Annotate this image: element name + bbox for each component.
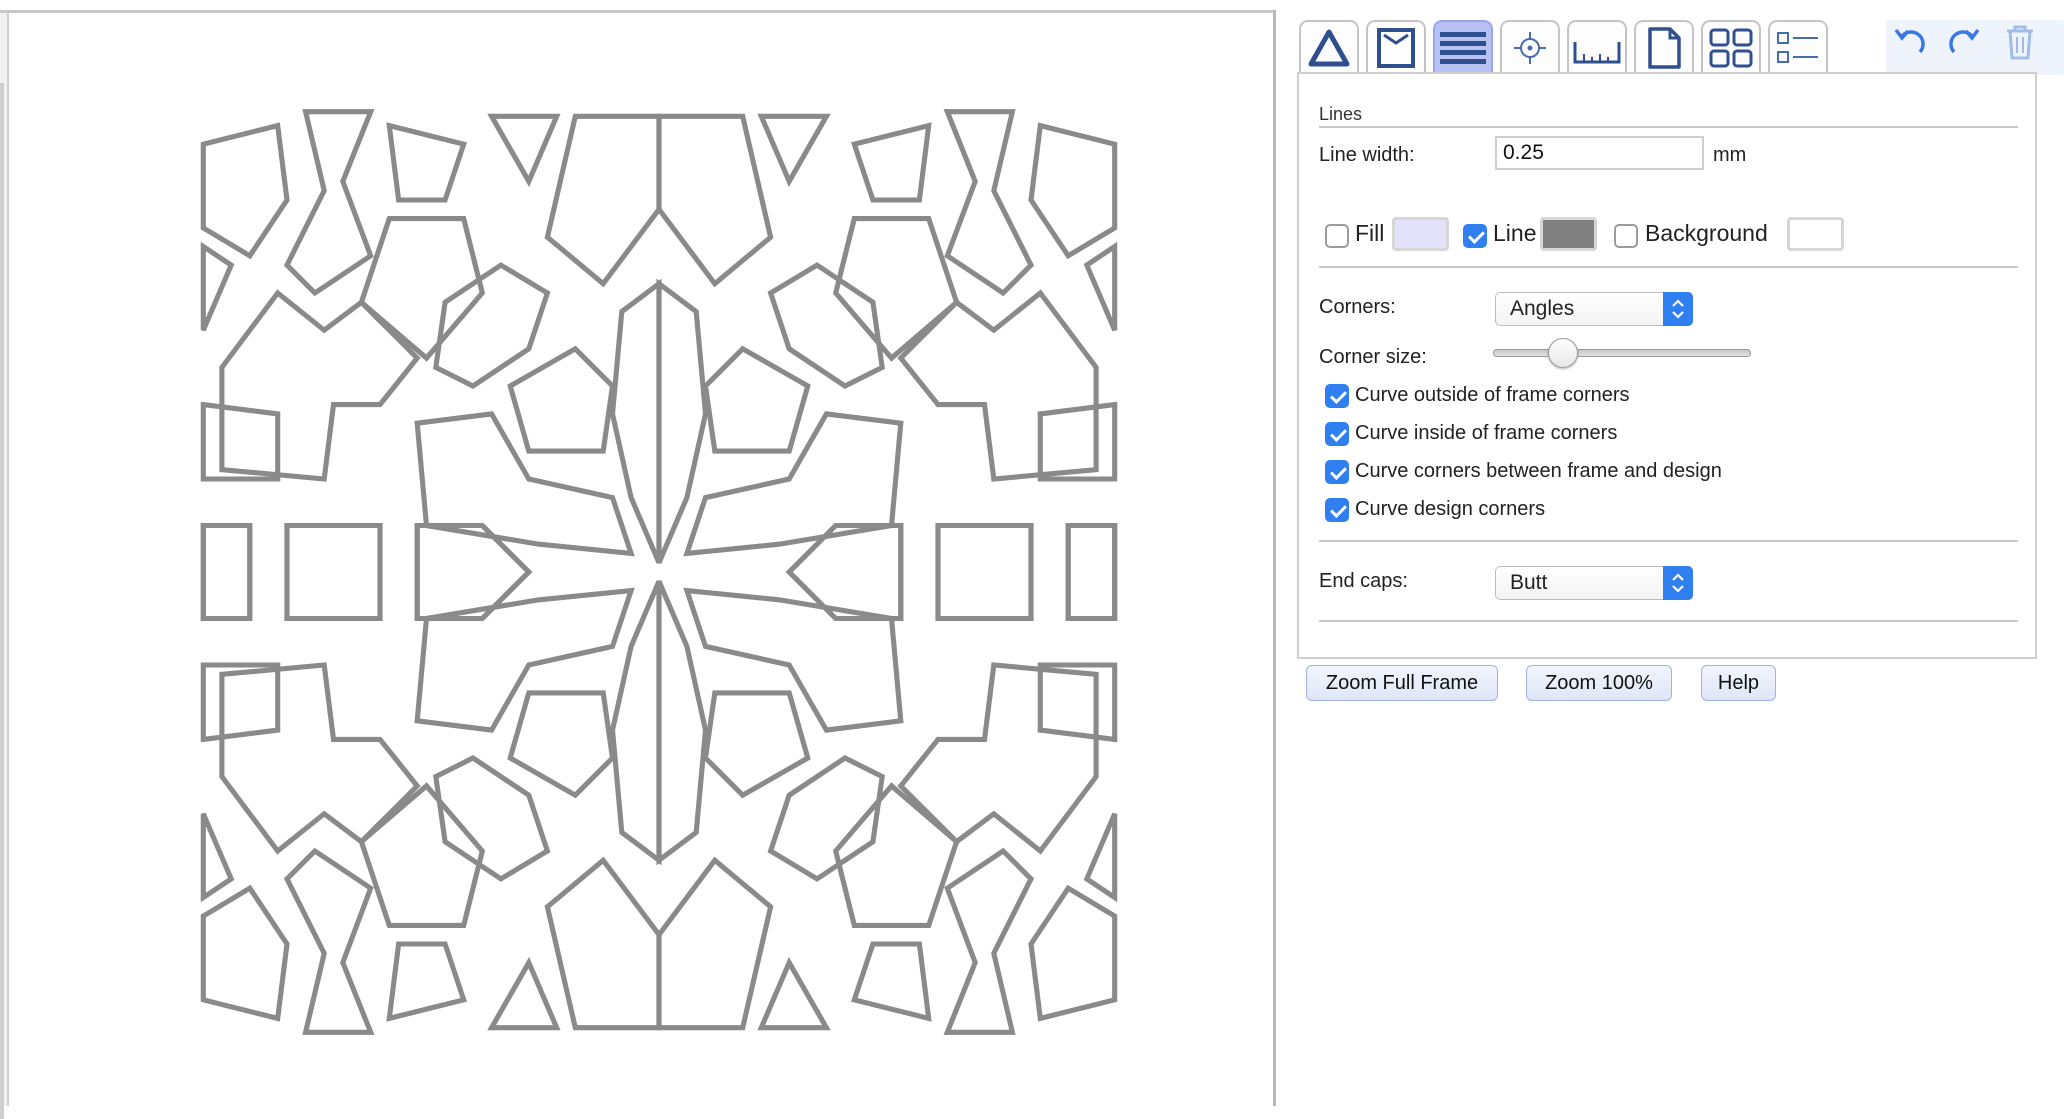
left-edge-panel	[0, 13, 9, 1119]
tab-frame[interactable]	[1366, 20, 1426, 72]
tab-ruler[interactable]	[1567, 20, 1627, 72]
background-color-swatch[interactable]	[1787, 217, 1844, 251]
undo-icon	[1894, 28, 1925, 54]
redo-icon	[1949, 28, 1980, 54]
corners-select[interactable]: Angles	[1495, 292, 1693, 326]
ruler-icon	[1573, 42, 1621, 64]
zoom-100-button[interactable]: Zoom 100%	[1526, 665, 1672, 701]
triangle-icon	[1308, 29, 1350, 67]
undo-button[interactable]	[1890, 22, 1930, 62]
tab-lines[interactable]	[1433, 20, 1493, 72]
line-color-swatch[interactable]	[1540, 217, 1597, 251]
line-width-unit: mm	[1713, 144, 1747, 166]
section-divider	[1319, 620, 2018, 622]
chevron-updown-icon	[1672, 299, 1684, 319]
curve-design-corners-checkbox[interactable]	[1325, 498, 1349, 522]
section-title: Lines	[1319, 104, 1363, 124]
fill-label: Fill	[1355, 220, 1385, 246]
tab-list[interactable]	[1768, 20, 1828, 72]
left-edge-bar	[0, 83, 4, 1119]
line-width-input[interactable]	[1495, 136, 1704, 170]
trash-icon	[2007, 25, 2033, 60]
section-divider	[1319, 540, 2018, 542]
background-label: Background	[1645, 220, 1768, 246]
corners-label: Corners:	[1319, 296, 1396, 318]
select-stepper	[1663, 292, 1693, 326]
checklist-icon	[1777, 32, 1818, 63]
end-caps-value: Butt	[1510, 571, 1548, 594]
tile-design-preview[interactable]	[194, 107, 1124, 1037]
end-caps-label: End caps:	[1319, 570, 1408, 592]
redo-button[interactable]	[1944, 22, 1984, 62]
select-stepper	[1663, 566, 1693, 600]
curve-design-corners-label: Curve design corners	[1355, 498, 1546, 520]
line-width-label: Line width:	[1319, 144, 1415, 166]
curve-inside-frame-label: Curve inside of frame corners	[1355, 422, 1618, 444]
curve-outside-frame-checkbox[interactable]	[1325, 384, 1349, 408]
tab-shape[interactable]	[1299, 20, 1359, 72]
frame-icon	[1377, 28, 1415, 68]
line-checkbox[interactable]	[1463, 224, 1487, 248]
tab-page[interactable]	[1634, 20, 1694, 72]
curve-inside-frame-checkbox[interactable]	[1325, 422, 1349, 446]
corner-size-label: Corner size:	[1319, 346, 1427, 368]
chevron-updown-icon	[1672, 573, 1684, 593]
tab-center[interactable]	[1500, 20, 1560, 72]
fill-checkbox[interactable]	[1325, 224, 1349, 248]
tile-pattern	[194, 107, 1124, 1037]
section-divider	[1319, 126, 2018, 128]
curve-between-frame-design-checkbox[interactable]	[1325, 460, 1349, 484]
background-checkbox[interactable]	[1614, 224, 1638, 248]
corners-value: Angles	[1510, 297, 1575, 320]
tab-grid[interactable]	[1701, 20, 1761, 72]
lines-panel: Lines Line width: mm Fill Line Backgroun…	[1297, 72, 2037, 659]
fill-color-swatch[interactable]	[1392, 217, 1449, 251]
crosshair-icon	[1514, 32, 1546, 64]
curve-outside-frame-label: Curve outside of frame corners	[1355, 384, 1630, 406]
delete-button[interactable]	[2002, 22, 2042, 62]
corner-size-slider-track[interactable]	[1493, 349, 1751, 357]
help-button[interactable]: Help	[1701, 665, 1776, 701]
curve-between-frame-design-label: Curve corners between frame and design	[1355, 460, 1722, 482]
panel-divider[interactable]	[1273, 10, 1276, 1106]
section-divider	[1319, 266, 2018, 268]
page-icon	[1648, 27, 1681, 69]
zoom-full-frame-button[interactable]: Zoom Full Frame	[1306, 665, 1498, 701]
corner-size-slider-thumb[interactable]	[1547, 338, 1578, 368]
lines-icon	[1440, 32, 1486, 64]
end-caps-select[interactable]: Butt	[1495, 566, 1693, 600]
grid-icon	[1709, 28, 1753, 68]
line-label: Line	[1493, 220, 1537, 246]
